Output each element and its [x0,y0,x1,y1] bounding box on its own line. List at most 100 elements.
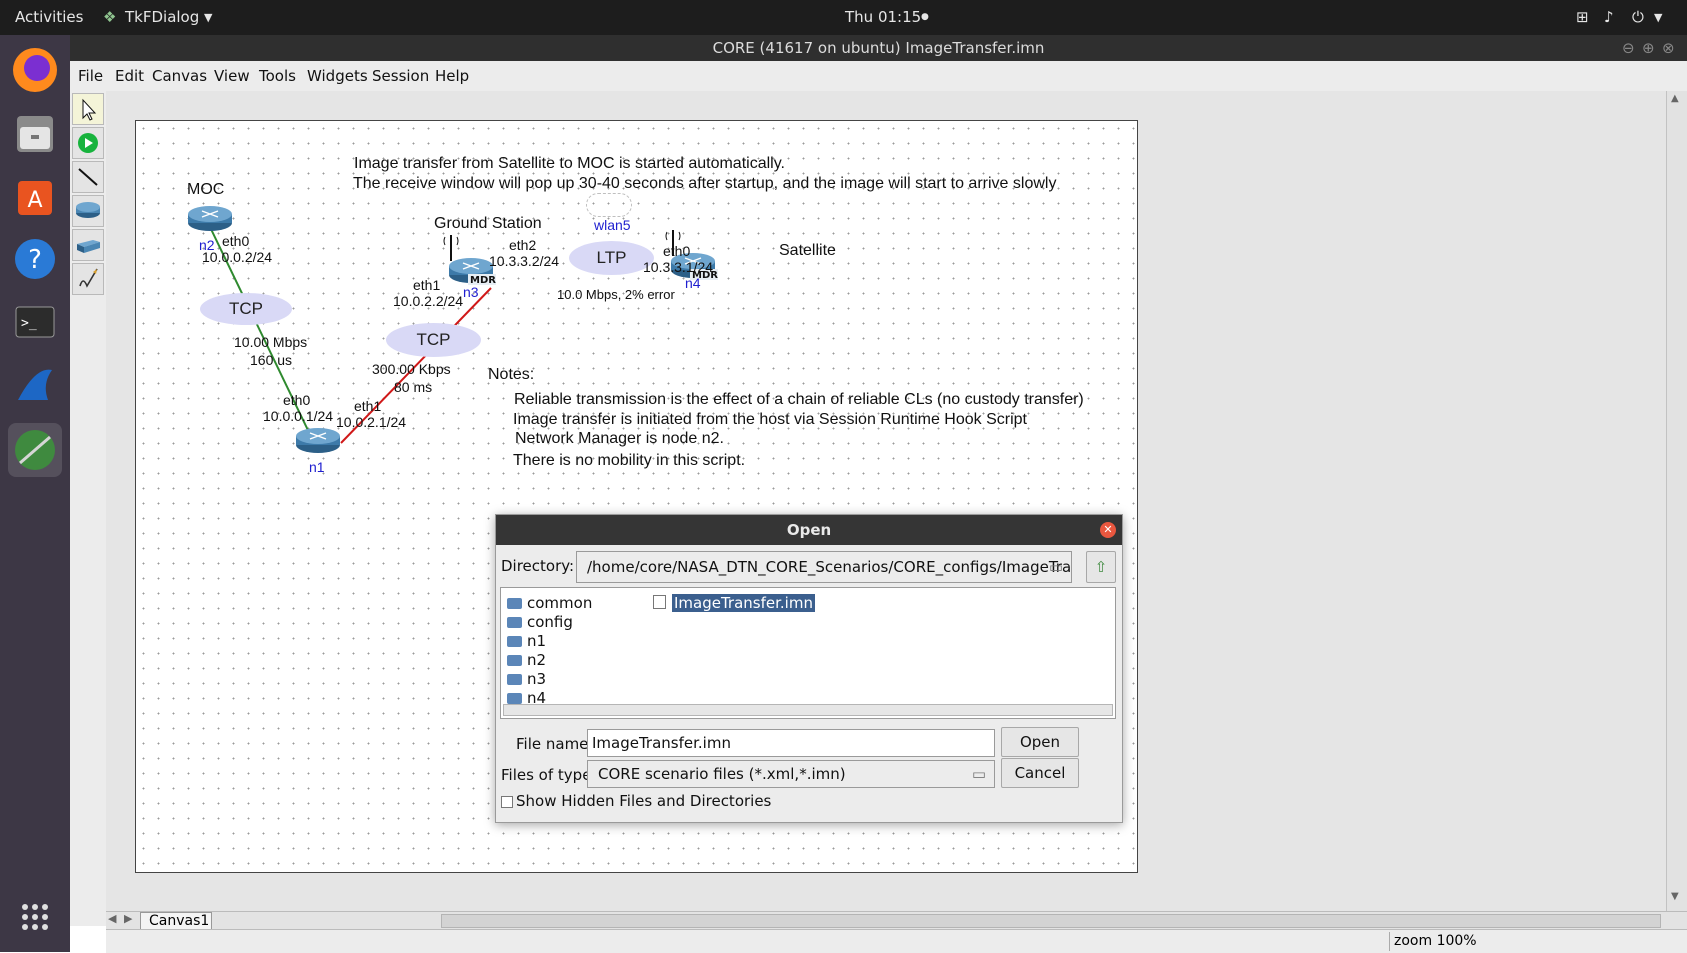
directory-dropdown-icon: ▭ [1048,558,1063,576]
menu-tools[interactable]: Tools [259,67,296,85]
link3-rate-error: 10.0 Mbps, 2% error [557,287,675,302]
window-title: CORE (41617 on ubuntu) ImageTransfer.imn… [70,35,1687,61]
link-tool-icon[interactable] [72,161,104,193]
folder-icon [507,693,522,704]
filetype-label: Files of type: [501,766,597,784]
system-menu-chevron-icon[interactable]: ▼ [1654,11,1662,24]
folder-item-n1[interactable]: n1 [507,632,546,650]
filename-input[interactable]: ImageTransfer.imn [587,729,995,757]
link2-protocol-label[interactable]: TCP [386,323,481,357]
file-name: ImageTransfer.imn [672,594,815,612]
link2-delay: 80 ms [394,379,433,395]
folder-item-common[interactable]: common [507,594,592,612]
link1-protocol-label[interactable]: TCP [200,293,292,325]
chevron-down-icon: ▼ [204,11,213,24]
maximize-icon[interactable]: ⊕ [1642,35,1655,61]
file-list-hscrollbar[interactable] [503,704,1113,716]
show-hidden-label: Show Hidden Files and Directories [516,792,772,810]
wireshark-icon[interactable] [8,358,62,412]
n1-label: n1 [309,459,325,475]
link2-protocol-text: TCP [416,330,451,349]
router-tool-icon[interactable] [72,195,104,227]
directory-select[interactable]: /home/core/NASA_DTN_CORE_Scenarios/CORE_… [576,551,1072,583]
filetype-select[interactable]: CORE scenario files (*.xml,*.imn) ▭ [587,760,995,788]
app-menu[interactable]: TkFDialog [125,8,199,26]
n2-ip: 10.0.0.2/24 [202,249,273,265]
n1-ip0: 10.0.0.1/24 [263,408,334,424]
directory-value: /home/core/NASA_DTN_CORE_Scenarios/CORE_… [587,558,1072,576]
router-n2-icon[interactable] [188,201,236,235]
dialog-close-icon[interactable]: ✕ [1100,522,1116,538]
n3-iface2: eth2 [509,237,537,253]
menu-view[interactable]: View [214,67,250,85]
tool-palette [70,91,107,926]
firefox-icon[interactable] [8,43,62,97]
tab-canvas1[interactable]: Canvas1 [140,912,212,929]
files-icon[interactable] [8,106,62,160]
menu-edit[interactable]: Edit [115,67,144,85]
n3-iface1: eth1 [413,277,441,293]
annotation-tool-icon[interactable] [72,263,104,295]
folder-item-n2[interactable]: n2 [507,651,546,669]
app-icon: ❖ [103,8,117,26]
svg-text:A: A [27,188,42,213]
scroll-up-icon[interactable]: ▲ [1671,93,1679,104]
menu-help[interactable]: Help [435,67,469,85]
start-session-icon[interactable] [72,127,104,159]
note-line-3: Network Manager is node n2. [515,430,724,447]
folder-item-n3[interactable]: n3 [507,670,546,688]
filename-label: File name: [516,735,594,753]
software-center-icon[interactable]: A [8,169,62,223]
select-tool-icon[interactable] [72,93,104,125]
tab-scroll-left-icon[interactable]: ◀ [108,912,116,925]
label-moc: MOC [187,181,225,198]
link2-rate: 300.00 Kbps [372,361,451,377]
terminal-icon[interactable]: >_ [8,295,62,349]
notes-title: Notes: [488,366,535,383]
filetype-dropdown-icon: ▭ [971,765,986,783]
power-icon[interactable]: ⏻ [1632,8,1644,26]
n1-iface0: eth0 [283,392,311,408]
help-icon[interactable]: ? [8,232,62,286]
menu-file[interactable]: File [78,67,103,85]
activities-button[interactable]: Activities [15,8,83,26]
file-list[interactable]: common config n1 n2 n3 n4 ImageTransfer.… [500,587,1116,719]
top-bar: Activities ❖ TkFDialog ▼ Thu 01:15 ● ⊞ ♪… [0,0,1687,35]
note-line-1: Reliable transmission is the effect of a… [514,391,1084,408]
file-icon [653,595,666,609]
dialog-title-text: Open [786,521,832,539]
show-applications-icon[interactable] [8,890,62,944]
volume-icon[interactable]: ♪ [1604,8,1614,26]
link3-protocol-text: LTP [596,248,627,267]
clock[interactable]: Thu 01:15 [845,8,921,26]
wlan-cloud-icon[interactable] [586,193,632,217]
open-button[interactable]: Open [1001,727,1079,757]
link1-rate: 10.00 Mbps [234,334,308,350]
minimize-icon[interactable]: ⊖ [1622,35,1635,61]
menu-canvas[interactable]: Canvas [152,67,207,85]
scroll-down-icon[interactable]: ▼ [1671,891,1679,902]
menu-widgets[interactable]: Widgets [307,67,368,85]
cancel-button[interactable]: Cancel [1001,758,1079,788]
parent-directory-button[interactable]: ⇧ [1086,551,1116,583]
folder-item-config[interactable]: config [507,613,573,631]
file-item-imagetransfer[interactable]: ImageTransfer.imn [653,594,815,612]
label-satellite: Satellite [779,242,836,259]
network-icon[interactable]: ⊞ [1576,8,1589,26]
folder-name: common [527,594,593,612]
svg-text:>_: >_ [21,316,37,331]
link3-protocol-label[interactable]: LTP [569,241,654,275]
show-hidden-checkbox[interactable] [501,796,513,808]
vertical-scrollbar[interactable]: ▲ ▼ [1666,91,1687,911]
core-gui-icon[interactable] [8,423,62,477]
n3-ip2: 10.3.3.2/24 [489,253,560,269]
folder-name: n3 [527,670,547,688]
switch-tool-icon[interactable] [72,229,104,261]
window-title-text: CORE (41617 on ubuntu) ImageTransfer.imn [712,39,1045,57]
n1-ip1: 10.0.2.1/24 [336,414,407,430]
menu-session[interactable]: Session [372,67,429,85]
horizontal-scrollbar[interactable] [441,914,1661,928]
tab-scroll-right-icon[interactable]: ▶ [124,912,132,925]
directory-label: Directory: [501,557,575,575]
close-icon[interactable]: ⊗ [1662,35,1675,61]
